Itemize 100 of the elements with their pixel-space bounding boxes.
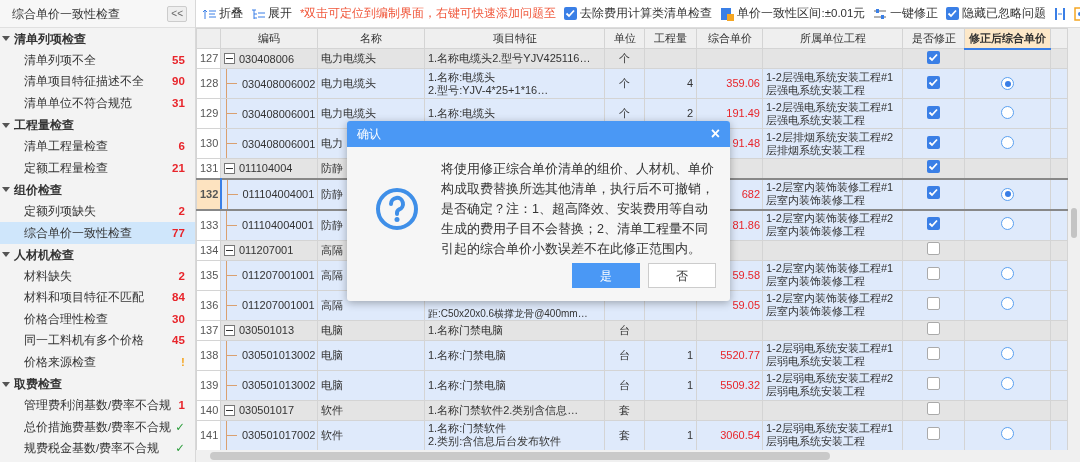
sidebar-item[interactable]: 清单工程量检查 6	[0, 135, 195, 158]
sidebar-item[interactable]: 同一工料机有多个价格 45	[0, 330, 195, 352]
item-label: 同一工料机有多个价格	[24, 333, 144, 349]
checkbox-label: 隐藏已忽略问题	[962, 5, 1047, 21]
sidebar-item[interactable]: 清单单位不符合规范 31	[0, 92, 195, 115]
item-label: 清单项目特征描述不全	[24, 74, 144, 90]
row-number[interactable]: 129	[196, 98, 221, 129]
column-header[interactable]: 所属单位工程	[762, 28, 903, 49]
code-text: 011207001	[239, 243, 294, 257]
issue-count: 30	[172, 311, 185, 327]
row-number[interactable]: 141	[196, 420, 221, 450]
price-cell: 359.06	[696, 68, 763, 99]
price-cell: 3060.54	[696, 420, 763, 450]
table-cell-text: 1-2层强电系统安装工程#1 层强电系统安装工程	[766, 70, 895, 97]
row-number[interactable]: 138	[196, 340, 221, 370]
code-text: 030501017002	[242, 428, 316, 442]
sidebar-item[interactable]: 价格来源检查 !	[0, 351, 195, 374]
group-label: 清单列项检查	[14, 30, 86, 48]
fix-all-button[interactable]: 一键修正	[873, 4, 939, 23]
sidebar-item[interactable]: 价格合理性检查 30	[0, 308, 195, 331]
dialog-title: 确认	[357, 126, 381, 143]
sidebar-item[interactable]: 综合单价一致性检查 77	[0, 222, 195, 244]
tree-group[interactable]: 人材机检查	[0, 243, 195, 266]
price-cell: 5509.32	[696, 370, 763, 400]
row-number[interactable]: 135	[196, 260, 221, 290]
cancel-button[interactable]: 否	[648, 263, 716, 288]
issue-count: 45	[172, 333, 185, 349]
table-cell: 电脑	[317, 370, 425, 400]
table-cell-text: 1-2层室内装饰装修工程#1 层室内装饰装修工程	[766, 262, 895, 288]
item-label: 价格来源检查	[24, 355, 96, 371]
group-label: 人材机检查	[14, 246, 74, 264]
column-header[interactable]: 修正后综合单价	[964, 28, 1051, 49]
issue-count: 31	[172, 95, 185, 111]
table-cell-text: 1.名称门禁软件2.类别含信息…	[428, 403, 580, 417]
sidebar-item[interactable]: 规费税金基数/费率不合规 ✓	[0, 438, 195, 460]
issue-count: 21	[172, 160, 185, 176]
expand-all-button[interactable]: 展开	[251, 4, 292, 23]
row-number[interactable]: 139	[196, 370, 221, 400]
sidebar-item[interactable]: 清单列项不全 55	[0, 49, 195, 72]
sidebar-item[interactable]: 材料和项目特征不匹配 84	[0, 287, 195, 309]
ok-mark: ✓	[175, 419, 185, 435]
table-cell-text: 1-2层室内装饰装修工程#2 层室内装饰装修工程	[766, 212, 895, 238]
item-label: 总价措施费基数/费率不合规	[24, 419, 172, 435]
table-cell: 1	[644, 340, 697, 370]
column-header[interactable]: 工程量	[644, 28, 697, 49]
row-number[interactable]: 137	[196, 320, 221, 340]
tree-group[interactable]: 工程量检查	[0, 114, 195, 136]
column-header[interactable]: 名称	[317, 28, 425, 49]
sidebar-item[interactable]: 定额工程量检查 21	[0, 157, 195, 180]
item-label: 材料缺失	[24, 268, 72, 284]
item-label: 价格合理性检查	[24, 311, 108, 327]
issue-count: 2	[178, 268, 185, 284]
row-number[interactable]: 136	[196, 290, 221, 320]
issue-count: 84	[172, 290, 185, 306]
item-label: 规费税金基数/费率不合规	[24, 441, 160, 457]
code-text: 030408006002	[242, 76, 316, 91]
issue-count: 1	[178, 398, 185, 414]
row-number[interactable]: 130	[196, 128, 221, 159]
table-cell-text: 1.名称电缆头2.型号YJV425116…	[428, 52, 592, 65]
table-cell-text: 1.名称:门禁电脑	[428, 378, 508, 392]
collapse-all-button[interactable]: 折叠	[202, 4, 243, 23]
column-header[interactable]: 是否修正	[902, 28, 965, 49]
row-number[interactable]: 134	[196, 240, 221, 260]
item-label: 清单列项不全	[24, 52, 96, 68]
sidebar-item[interactable]: 清单项目特征描述不全 90	[0, 71, 195, 93]
item-label: 清单工程量检查	[24, 139, 108, 155]
tree-group[interactable]: 组价检查	[0, 179, 195, 201]
ok-mark: ✓	[175, 441, 185, 457]
column-header[interactable]: 综合单价	[696, 28, 763, 49]
table-cell: 4	[644, 68, 697, 99]
group-label: 工程量检查	[14, 117, 74, 135]
table-cell-text: 距:C50x20x0.6横撑龙骨@400mm…	[428, 306, 589, 319]
sidebar-item[interactable]: 材料缺失 2	[0, 265, 195, 288]
collapse-button[interactable]: <<	[167, 5, 187, 22]
table-cell: 电力电缆头	[317, 68, 425, 99]
row-number[interactable]: 128	[196, 68, 221, 99]
sidebar-item[interactable]: 定额列项缺失 2	[0, 200, 195, 223]
sidebar-item[interactable]: 总价措施费基数/费率不合规 ✓	[0, 416, 195, 439]
table-cell-text: 1-2层弱电系统安装工程#2 层弱电系统安装工程	[766, 372, 895, 398]
code-text: 011104004	[239, 161, 293, 176]
table-cell-text: 1.名称:门禁电脑	[428, 348, 508, 362]
sidebar-item[interactable]: 管理费利润基数/费率不合规 1	[0, 395, 195, 417]
warning-mark: !	[181, 355, 185, 371]
row-number[interactable]: 133	[196, 209, 221, 240]
table-cell-text: 1-2层强电系统安装工程#1 层强电系统安装工程	[766, 100, 895, 127]
tree-group[interactable]: 清单列项检查	[0, 28, 195, 50]
column-header[interactable]: 项目特征	[424, 28, 605, 49]
table-cell-text: 1-2层弱电系统安装工程#1 层弱电系统安装工程	[766, 342, 895, 368]
row-number[interactable]: 140	[196, 400, 221, 420]
row-number[interactable]: 132	[196, 178, 221, 210]
column-header[interactable]: 单位	[604, 28, 645, 49]
code-text: 030501013002	[242, 378, 316, 392]
code-text: 030501017	[239, 403, 295, 417]
column-header[interactable]: 编码	[220, 28, 318, 49]
row-number[interactable]: 127	[196, 48, 221, 69]
row-number[interactable]: 131	[196, 158, 221, 179]
item-label: 管理费利润基数/费率不合规	[24, 398, 172, 414]
code-text: 011104004001	[242, 187, 315, 201]
tree-group[interactable]: 取费检查	[0, 373, 195, 396]
issue-count: 77	[172, 225, 185, 241]
